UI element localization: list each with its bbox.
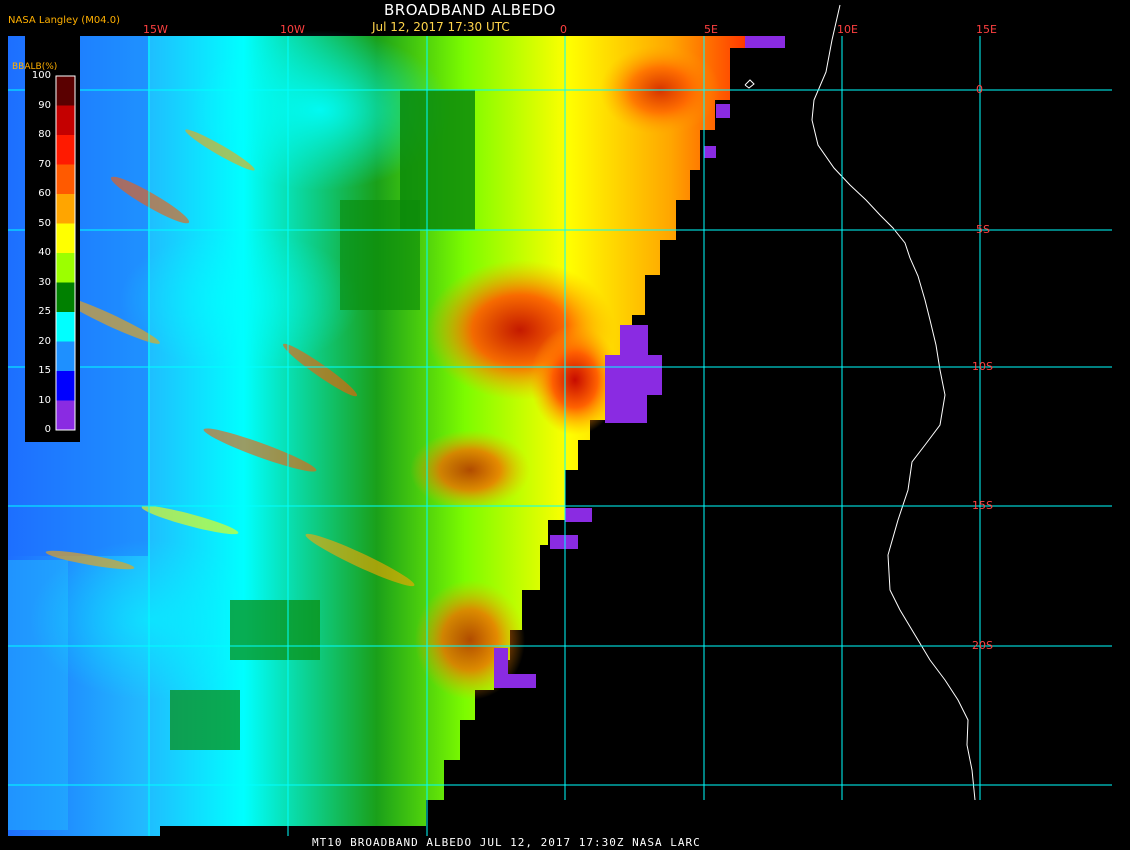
legend-swatch [56, 282, 75, 312]
lon-label-5e: 5E [704, 23, 718, 36]
lon-label-10w: 10W [280, 23, 305, 36]
lat-label-10s: 10S [972, 360, 993, 373]
legend-swatch [56, 194, 75, 224]
legend-swatch [56, 76, 75, 106]
legend-swatch [56, 135, 75, 165]
lon-label-10e: 10E [837, 23, 858, 36]
lat-label-0: 0 [976, 83, 983, 96]
legend-tick-label: 30 [38, 276, 51, 288]
legend-swatch [56, 341, 75, 371]
legend-swatch [56, 400, 75, 430]
legend-swatch [56, 223, 75, 253]
map-timestamp: Jul 12, 2017 17:30 UTC [372, 20, 510, 34]
legend-swatch [56, 164, 75, 194]
lon-label-0: 0 [560, 23, 567, 36]
coastline [811, 4, 976, 801]
legend-tick-label: 70 [38, 158, 51, 170]
lon-label-15w: 15W [143, 23, 168, 36]
legend-tick-label: 15 [38, 365, 51, 376]
legend-tick-label: 40 [38, 247, 51, 258]
footer-caption: MT10 BROADBAND ALBEDO JUL 12, 2017 17:30… [312, 836, 701, 849]
legend-tick-label: 0 [44, 424, 51, 435]
legend-colorbar [25, 30, 80, 442]
legend-tick-label: 90 [38, 99, 51, 111]
legend-tick-label: 60 [38, 188, 51, 199]
lon-label-15e: 15E [976, 23, 997, 36]
map-title: BROADBAND ALBEDO [384, 1, 556, 19]
lat-label-20s: 20S [972, 639, 993, 652]
legend-swatch [56, 253, 75, 283]
lat-label-5s: 5S [976, 223, 990, 236]
albedo-map [8, 4, 1112, 836]
provider-label: NASA Langley (M04.0) [8, 15, 120, 26]
legend-tick-label: 80 [38, 129, 51, 140]
cloud-field [8, 30, 745, 836]
legend-tick-label: 10 [38, 394, 51, 406]
legend-swatch [56, 371, 75, 401]
legend-tick-label: 50 [38, 217, 51, 229]
lat-label-15s: 15S [972, 499, 993, 512]
legend-tick-label: 20 [38, 335, 51, 347]
legend-tick-label: 25 [38, 306, 51, 317]
legend-swatch [56, 105, 75, 135]
legend-tick-label: 100 [31, 70, 51, 81]
legend-swatch [56, 312, 75, 342]
